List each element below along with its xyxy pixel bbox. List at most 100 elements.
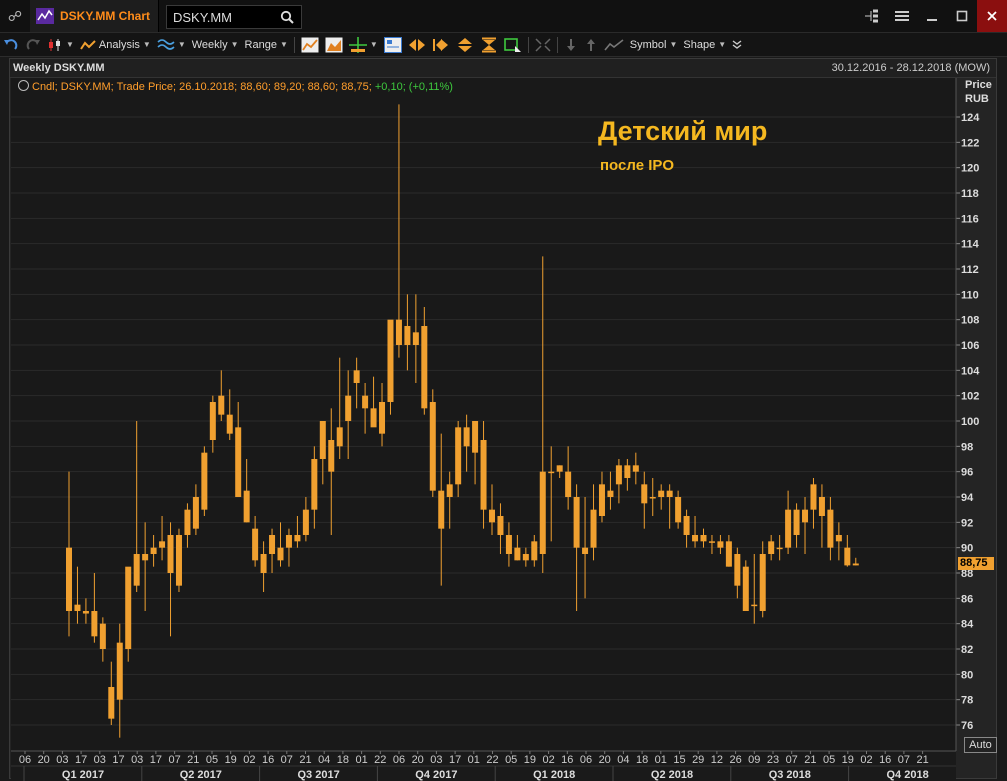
candle-body <box>505 535 512 554</box>
candle-body <box>285 535 292 548</box>
x-tick-label: 20 <box>38 754 50 766</box>
annotation-title: Детский мир <box>598 116 768 146</box>
candle-body <box>742 566 749 611</box>
candle-body <box>785 509 792 548</box>
x-tick-label: 06 <box>580 754 592 766</box>
candle-body <box>489 509 495 523</box>
candle-body <box>404 326 411 345</box>
y-tick-label: 110 <box>961 289 979 301</box>
y-tick-label: 114 <box>961 239 980 251</box>
candle-body <box>624 465 631 478</box>
price-axis-label: Price <box>965 79 992 91</box>
x-tick-label: 18 <box>636 754 648 766</box>
y-tick-label: 84 <box>961 619 974 631</box>
y-tick-label: 80 <box>961 669 973 681</box>
candle-body <box>827 509 834 548</box>
series-legend[interactable]: Cndl; DSKY.MM; Trade Price; 26.10.2018; … <box>18 80 453 93</box>
y-tick-label: 96 <box>961 467 973 479</box>
x-tick-label: 21 <box>916 754 928 766</box>
candle-body <box>734 554 741 586</box>
x-tick-label: 03 <box>56 754 68 766</box>
y-tick-label: 100 <box>961 416 979 428</box>
candle-body <box>598 484 605 516</box>
x-tick-label: 12 <box>711 754 723 766</box>
candle-body <box>209 402 216 440</box>
x-tick-label: 16 <box>879 754 891 766</box>
candle-body <box>666 490 673 497</box>
candle-body <box>387 319 394 402</box>
candle-body <box>252 528 259 561</box>
x-tick-label: 03 <box>94 754 106 766</box>
candle-body <box>776 547 783 550</box>
x-tick-label: 02 <box>860 754 872 766</box>
x-tick-label: 01 <box>355 754 367 766</box>
candle-body <box>818 497 825 516</box>
x-tick-label: 17 <box>449 754 461 766</box>
x-tick-label: 01 <box>468 754 480 766</box>
x-tick-label: 26 <box>729 754 741 766</box>
y-tick-label: 90 <box>961 543 973 555</box>
x-tick-label: 17 <box>112 754 124 766</box>
candle-body <box>751 604 758 607</box>
candlestick-chart[interactable]: 7678808284868890929496981001021041061081… <box>0 0 1007 781</box>
candle-body <box>480 440 487 510</box>
candle-body <box>184 509 191 535</box>
candle-body <box>700 535 707 542</box>
candle-body <box>133 554 140 586</box>
y-tick-label: 112 <box>961 264 979 276</box>
x-tick-label: 06 <box>19 754 31 766</box>
candle-body <box>370 408 377 428</box>
candle-body <box>607 490 614 497</box>
x-tick-label: 09 <box>748 754 760 766</box>
y-tick-label: 122 <box>961 137 979 149</box>
candle-body <box>632 465 639 472</box>
x-tick-label: 02 <box>542 754 554 766</box>
x-tick-label: 22 <box>486 754 498 766</box>
candle-body <box>336 427 343 447</box>
candle-body <box>717 541 724 548</box>
quarter-label: Q1 2018 <box>533 769 575 781</box>
price-axis-unit: RUB <box>965 93 989 105</box>
x-tick-label: 06 <box>393 754 405 766</box>
x-tick-label: 07 <box>168 754 180 766</box>
x-tick-label: 17 <box>75 754 87 766</box>
candle-body <box>159 541 166 548</box>
candle-body <box>328 440 335 472</box>
candle-body <box>260 554 267 573</box>
candle-body <box>522 554 529 561</box>
candle-body <box>852 563 859 566</box>
quarter-label: Q3 2017 <box>297 769 339 781</box>
y-tick-label: 118 <box>961 188 979 200</box>
candle-body <box>802 509 809 523</box>
candle-body <box>167 535 174 573</box>
legend-text: Cndl; DSKY.MM; Trade Price; 26.10.2018; … <box>32 81 372 93</box>
candle-body <box>99 623 106 649</box>
candle-body <box>218 395 225 415</box>
candle-body <box>311 459 318 510</box>
candle-body <box>294 535 301 542</box>
candle-body <box>345 395 352 421</box>
legend-change: +0,10; (+0,11%) <box>374 81 453 93</box>
candle-body <box>362 395 369 409</box>
candle-body <box>810 484 817 510</box>
candle-body <box>74 604 81 611</box>
auto-scale-button[interactable]: Auto <box>964 737 997 753</box>
annotation-subtitle: после IPO <box>600 157 675 174</box>
y-tick-label: 120 <box>961 163 979 175</box>
y-tick-label: 94 <box>961 492 974 504</box>
x-tick-label: 04 <box>318 754 330 766</box>
candle-body <box>725 541 732 567</box>
x-tick-label: 19 <box>524 754 536 766</box>
x-tick-label: 17 <box>150 754 162 766</box>
candle-body <box>142 554 149 561</box>
candle-body <box>556 465 563 472</box>
quarter-label: Q1 2017 <box>62 769 104 781</box>
quarter-label: Q3 2018 <box>769 769 811 781</box>
y-tick-label: 102 <box>961 391 979 403</box>
candle-body <box>226 414 233 434</box>
x-tick-label: 20 <box>412 754 424 766</box>
quarter-label: Q4 2017 <box>415 769 457 781</box>
x-tick-label: 04 <box>617 754 629 766</box>
y-tick-label: 116 <box>961 213 979 225</box>
candle-body <box>590 509 597 548</box>
